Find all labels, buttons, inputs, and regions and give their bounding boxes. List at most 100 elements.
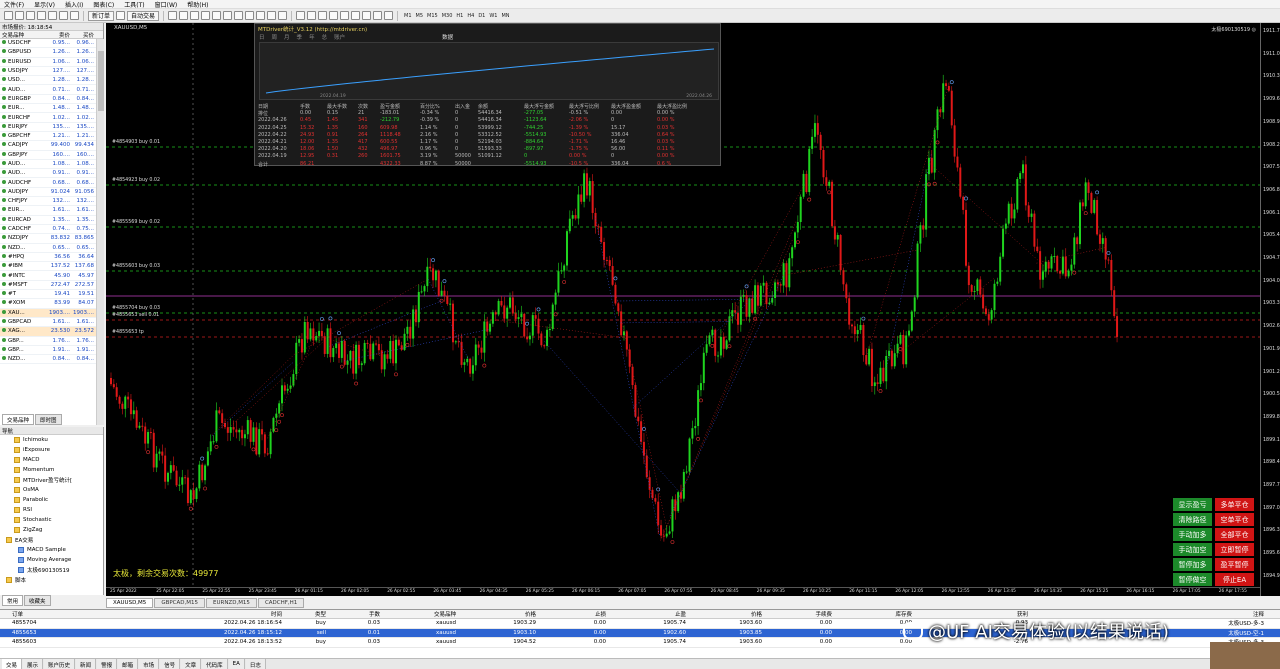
market-watch-row[interactable]: GBPCHF 1.21... 1.21... (0, 132, 96, 142)
terminal-tab[interactable]: 市场 (139, 659, 160, 669)
market-watch-row[interactable]: USDCHF 0.95... 0.96... (0, 39, 96, 49)
terminal-col-header[interactable]: 类型 (282, 610, 326, 618)
stats-menu-item[interactable]: 年 (309, 33, 315, 41)
timeframe-m30[interactable]: M30 (440, 13, 455, 19)
vertical-line-icon[interactable] (318, 11, 328, 20)
tester-icon[interactable] (70, 11, 79, 20)
col-bid[interactable]: 卖价 (46, 31, 70, 38)
navigator-icon[interactable] (48, 11, 57, 20)
col-symbol[interactable]: 交易品种 (0, 31, 46, 38)
navigator-expert[interactable]: MACD Sample (18, 545, 103, 555)
navigator-indicator[interactable]: OsMA (14, 485, 103, 495)
market-watch-scrollbar[interactable] (96, 39, 104, 425)
terminal-tab[interactable]: 文章 (181, 659, 202, 669)
timeframe-m15[interactable]: M15 (425, 13, 440, 19)
market-watch-row[interactable]: EURUSD 1.06... 1.06... (0, 58, 96, 67)
terminal-col-header[interactable]: 止盈 (606, 610, 686, 618)
terminal-tab[interactable]: 日志 (245, 659, 266, 669)
stats-menu-item[interactable]: 月 (284, 33, 290, 41)
navigator-ea-folder[interactable]: EA交易 (0, 535, 103, 545)
ea-button[interactable]: 立即暂停 (1215, 543, 1254, 556)
profiles-icon[interactable] (15, 11, 24, 20)
metaeditor-icon[interactable] (116, 11, 126, 20)
menu-item-4[interactable]: 工具(T) (124, 0, 144, 9)
terminal-col-header[interactable]: 价格 (686, 610, 762, 618)
tab-common[interactable]: 常用 (2, 595, 24, 606)
market-watch-row[interactable]: USD... 1.28... 1.28... (0, 76, 96, 86)
market-watch-row[interactable]: XAU... 1903.... 1903.... (0, 308, 96, 318)
channel-icon[interactable] (351, 11, 361, 20)
chart-shift-icon[interactable] (245, 11, 255, 20)
market-watch-row[interactable]: #MSFT 272.47 272.57 (0, 281, 96, 291)
chart-tab[interactable]: XAUUSD,M5 (106, 598, 154, 608)
stats-menu-item[interactable]: 季 (297, 33, 303, 41)
market-watch-row[interactable]: AUDCHF 0.68... 0.68... (0, 178, 96, 188)
navigator-scripts-folder[interactable]: 脚本 (0, 575, 103, 585)
market-watch-row[interactable]: GBP... 1.91... 1.91... (0, 346, 96, 356)
ea-button[interactable]: 全部平仓 (1215, 528, 1254, 541)
auto-trading-button[interactable]: 自动交易 (127, 10, 160, 21)
terminal-icon[interactable] (59, 11, 68, 20)
periods-icon[interactable] (267, 11, 277, 20)
navigator-indicator[interactable]: Parabolic (14, 495, 103, 505)
navigator-expert[interactable]: Moving Average (18, 555, 103, 565)
ea-button[interactable]: 多单平仓 (1215, 498, 1254, 511)
col-ask[interactable]: 买价 (70, 31, 96, 38)
terminal-col-header[interactable]: 时间 (72, 610, 282, 618)
ea-button[interactable]: 暂停做空 (1173, 573, 1212, 586)
new-order-button[interactable]: 新订单 (88, 10, 115, 21)
chart-tab[interactable]: EURNZD,M15 (206, 598, 257, 608)
indicators-icon[interactable] (256, 11, 266, 20)
line-chart-icon[interactable] (190, 11, 200, 20)
navigator-indicator[interactable]: Stochastic (14, 515, 103, 525)
market-watch-row[interactable]: CHFJPY 132.... 132.... (0, 197, 96, 207)
terminal-tab[interactable]: 展示 (23, 659, 44, 669)
market-watch-row[interactable]: GBPCAD 1.61... 1.61... (0, 318, 96, 328)
ea-button[interactable]: 手动加多 (1173, 528, 1212, 541)
market-watch-row[interactable]: EURCAD 1.35... 1.35... (0, 216, 96, 225)
new-chart-icon[interactable] (4, 11, 13, 20)
market-watch-row[interactable]: AUD... 1.08... 1.08... (0, 160, 96, 170)
price-axis[interactable]: 1911.75 1911.05 1910.35 1909.65 1908.95 1908.… (1260, 23, 1280, 596)
timeframe-mn[interactable]: MN (499, 13, 511, 19)
menu-item-6[interactable]: 帮助(H) (187, 0, 208, 9)
navigator-expert[interactable]: 太极690130519 (18, 565, 103, 575)
zoom-out-icon[interactable] (212, 11, 222, 20)
navigator-indicator[interactable]: MACD (14, 455, 103, 465)
terminal-col-header[interactable]: 注释 (1028, 610, 1268, 618)
terminal-col-header[interactable]: 手续费 (762, 610, 832, 618)
stats-menu-item[interactable]: 账户 (334, 33, 345, 41)
terminal-tab[interactable]: 邮箱 (118, 659, 139, 669)
templates-icon[interactable] (278, 11, 288, 20)
timeframe-h4[interactable]: H4 (465, 13, 476, 19)
market-watch-row[interactable]: NZD... 0.65... 0.65... (0, 244, 96, 253)
autoscroll-icon[interactable] (234, 11, 244, 20)
tile-windows-icon[interactable] (223, 11, 233, 20)
terminal-tab[interactable]: 账户历史 (44, 659, 76, 669)
market-watch-row[interactable]: NZDJPY 83.832 83.865 (0, 234, 96, 244)
text-tool-icon[interactable] (373, 11, 383, 20)
menu-item-3[interactable]: 图表(C) (93, 0, 114, 9)
market-watch-row[interactable]: AUD... 0.91... 0.91... (0, 169, 96, 179)
terminal-tab[interactable]: 代码库 (202, 659, 228, 669)
chart-tab[interactable]: CADCHF,H1 (257, 598, 305, 608)
menu-item-5[interactable]: 窗口(W) (155, 0, 178, 9)
navigator-indicator[interactable]: RSI (14, 505, 103, 515)
market-watch-row[interactable]: EURGBP 0.84... 0.84... (0, 95, 96, 105)
stats-menu-item[interactable]: 总 (322, 33, 328, 41)
ea-button[interactable]: 盈平暂停 (1215, 558, 1254, 571)
ea-button[interactable]: 空单平仓 (1215, 513, 1254, 526)
terminal-col-header[interactable]: 库存费 (832, 610, 912, 618)
market-watch-row[interactable]: EUR... 1.48... 1.48... (0, 104, 96, 114)
market-watch-icon[interactable] (26, 11, 35, 20)
market-watch-row[interactable]: #IBM 137.52 137.68 (0, 262, 96, 272)
terminal-tab[interactable]: 交易 (2, 659, 23, 669)
market-watch-row[interactable]: GBPJPY 160.... 160.... (0, 151, 96, 160)
navigator-indicator[interactable]: ZigZag (14, 525, 103, 535)
crosshair-icon[interactable] (307, 11, 317, 20)
market-watch-row[interactable]: #INTC 45.90 45.97 (0, 271, 96, 281)
market-watch-row[interactable]: USDJPY 127.... 127.... (0, 67, 96, 77)
market-watch-row[interactable]: GBPUSD 1.26... 1.26... (0, 48, 96, 58)
cursor-icon[interactable] (296, 11, 306, 20)
arrow-tool-icon[interactable] (384, 11, 394, 20)
